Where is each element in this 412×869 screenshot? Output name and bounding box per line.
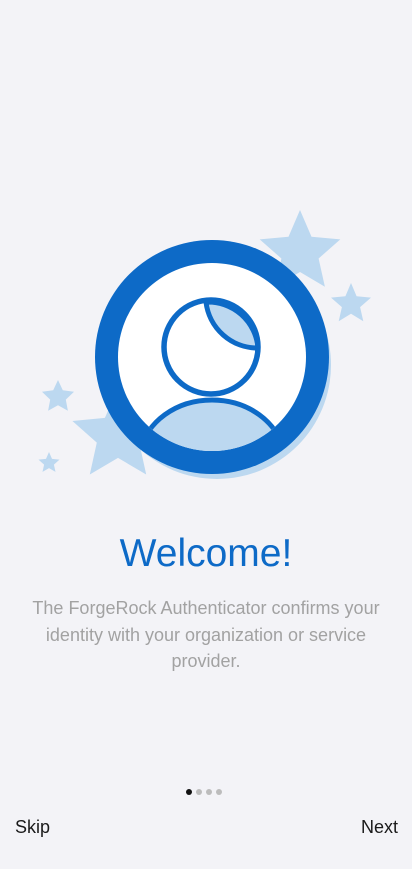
page-dot [206, 789, 212, 795]
skip-button[interactable]: Skip [15, 813, 50, 842]
page-dot [216, 789, 222, 795]
star-icon [331, 283, 371, 322]
welcome-illustration [38, 210, 371, 479]
star-icon [38, 452, 60, 472]
page-indicator [186, 789, 222, 795]
welcome-description: The ForgeRock Authenticator confirms you… [32, 598, 380, 671]
welcome-title: Welcome! [119, 532, 293, 575]
page-dot [196, 789, 202, 795]
next-button[interactable]: Next [361, 813, 398, 842]
star-icon [42, 380, 74, 411]
page-dot-active [186, 789, 192, 795]
